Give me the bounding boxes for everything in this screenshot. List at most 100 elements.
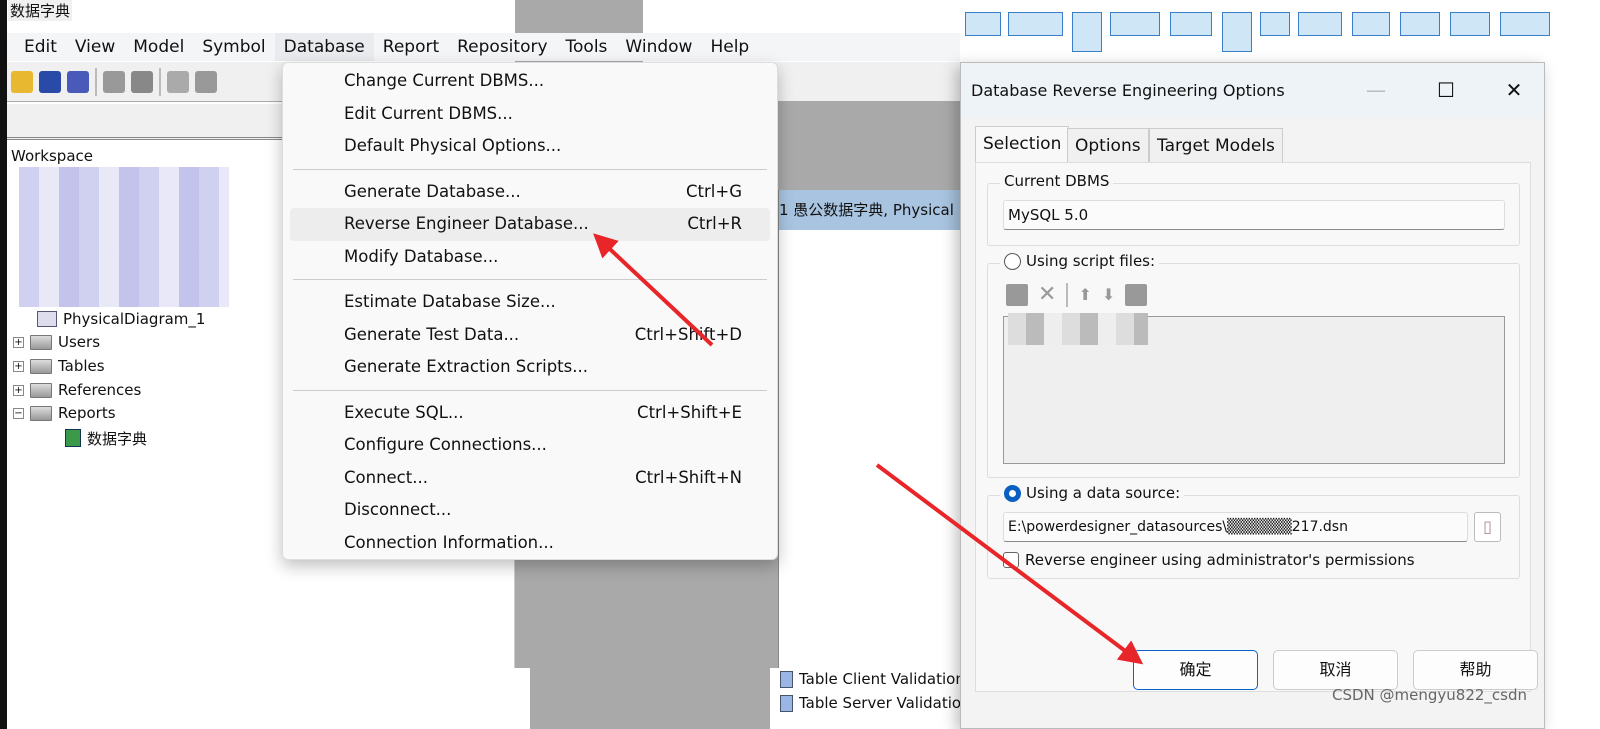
tree-item[interactable]: − Reports <box>13 402 116 424</box>
database-menu-dropdown: Change Current DBMS... Edit Current DBMS.… <box>282 62 778 560</box>
maximize-icon[interactable]: ☐ <box>1423 73 1469 107</box>
move-down-icon[interactable]: ⬇ <box>1102 285 1115 304</box>
menu-item[interactable]: Generate Database... Ctrl+G <box>290 176 770 209</box>
current-dbms-field[interactable]: MySQL 5.0 <box>1003 200 1505 230</box>
cancel-button[interactable]: 取消 <box>1273 650 1398 690</box>
admin-permissions-label: Reverse engineer using administrator's p… <box>1025 551 1415 569</box>
reverse-engineering-dialog: Database Reverse Engineering Options — ☐… <box>960 62 1545 729</box>
help-button[interactable]: 帮助 <box>1413 650 1538 690</box>
save-icon[interactable] <box>39 70 61 93</box>
shortcut: Ctrl+R <box>687 214 742 233</box>
data-source-field[interactable]: E:\powerdesigner_datasources\▒▒▒▒▒▒217.d… <box>1003 512 1468 542</box>
menu-model[interactable]: Model <box>124 33 193 61</box>
watermark: CSDN @mengyu822_csdn <box>1332 686 1528 704</box>
toolbar-separator <box>95 67 97 96</box>
tree-item[interactable]: + References <box>13 379 141 401</box>
tab-panel: Current DBMS MySQL 5.0 Using script file… <box>975 162 1531 692</box>
add-file-icon[interactable] <box>1006 283 1028 306</box>
menu-item[interactable]: Reverse Engineer Database... Ctrl+R <box>290 208 770 241</box>
dialog-titlebar: Database Reverse Engineering Options — ☐… <box>961 63 1544 118</box>
folder-icon <box>30 382 52 398</box>
ok-button[interactable]: 确定 <box>1133 650 1258 690</box>
expand-toggle[interactable]: + <box>13 384 24 396</box>
screen-edge <box>0 0 7 729</box>
menu-item[interactable]: Generate Test Data... Ctrl+Shift+D <box>290 319 770 352</box>
move-up-icon[interactable]: ⬆ <box>1078 285 1091 304</box>
expand-toggle[interactable]: + <box>13 336 24 348</box>
background-diagram <box>960 0 1600 62</box>
copy-icon[interactable] <box>195 70 217 93</box>
menu-separator <box>293 279 767 280</box>
menu-item[interactable]: Connection Information... <box>290 527 770 560</box>
script-files-list[interactable] <box>1003 313 1505 464</box>
menu-item[interactable]: Edit Current DBMS... <box>290 98 770 131</box>
toolbar-separator <box>1066 282 1069 307</box>
tree-item[interactable]: + Users <box>13 331 100 353</box>
menu-item[interactable]: Default Physical Options... <box>290 130 770 163</box>
menu-item[interactable]: Generate Extraction Scripts... <box>290 351 770 384</box>
open-icon[interactable] <box>11 70 33 93</box>
folder-icon <box>30 358 52 374</box>
shortcut: Ctrl+Shift+D <box>634 324 742 344</box>
document-icon <box>780 694 793 712</box>
script-files-radio[interactable] <box>1004 252 1021 270</box>
data-source-group: Using a data source: E:\powerdesigner_da… <box>987 484 1520 579</box>
diagram-window[interactable]: 1 愚公数据字典, Physical Diagram <box>778 190 961 668</box>
script-files-label: Using script files: <box>1026 252 1156 270</box>
background-diagram-right <box>1545 62 1600 729</box>
menu-item[interactable]: Execute SQL... Ctrl+Shift+E <box>290 397 770 430</box>
minimize-icon[interactable]: — <box>1353 73 1399 107</box>
menu-tools[interactable]: Tools <box>557 33 617 61</box>
delete-icon[interactable]: ✕ <box>1038 282 1056 307</box>
workspace-label: Workspace <box>11 147 93 165</box>
admin-permissions-checkbox[interactable] <box>1003 552 1019 568</box>
shortcut: Ctrl+Shift+E <box>637 402 742 422</box>
data-source-radio[interactable] <box>1004 484 1021 502</box>
current-dbms-label: Current DBMS <box>1004 172 1110 190</box>
menu-symbol[interactable]: Symbol <box>193 33 274 61</box>
add-folder-icon[interactable] <box>1125 283 1148 306</box>
menu-item[interactable]: Connect... Ctrl+Shift+N <box>290 462 770 495</box>
blurred-tree-items <box>19 167 229 307</box>
tree-item[interactable]: 数据字典 <box>65 427 147 449</box>
menu-view[interactable]: View <box>66 33 124 61</box>
expand-toggle[interactable]: − <box>13 407 24 419</box>
print-icon[interactable] <box>131 70 153 93</box>
tab-options[interactable]: Options <box>1067 128 1149 162</box>
menu-bar: Edit View Model Symbol Database Report Reposit… <box>7 33 960 61</box>
browse-datasource-button[interactable]: ▯ <box>1474 512 1501 542</box>
folder-icon <box>30 334 52 350</box>
menu-database[interactable]: Database <box>274 33 374 61</box>
print-preview-icon[interactable] <box>103 70 125 93</box>
save-all-icon[interactable] <box>67 70 89 93</box>
toolbar-separator <box>159 67 161 96</box>
script-files-group: Using script files: ✕ ⬆ ⬇ <box>987 252 1520 478</box>
close-icon[interactable]: ✕ <box>1491 73 1537 107</box>
report-icon <box>65 429 81 447</box>
menu-report[interactable]: Report <box>374 33 448 61</box>
tab-target-models[interactable]: Target Models <box>1149 128 1283 162</box>
dialog-title: Database Reverse Engineering Options <box>971 81 1285 100</box>
app-title: 数据字典 <box>8 0 73 21</box>
bottom-tree: Table Client Validation Rule Table Serve… <box>770 668 1008 729</box>
menu-item[interactable]: Modify Database... <box>290 241 770 274</box>
shortcut: Ctrl+Shift+N <box>635 467 742 487</box>
diagram-title: 1 愚公数据字典, Physical Diagram <box>779 190 961 230</box>
menu-item[interactable]: Configure Connections... <box>290 429 770 462</box>
menu-repository[interactable]: Repository <box>448 33 556 61</box>
menu-separator <box>293 389 767 391</box>
folder-icon <box>30 405 52 421</box>
tab-selection[interactable]: Selection <box>975 126 1070 164</box>
menu-help[interactable]: Help <box>701 33 758 61</box>
cut-icon[interactable] <box>167 70 189 93</box>
menu-edit[interactable]: Edit <box>15 33 66 61</box>
document-icon <box>780 670 793 688</box>
menu-item[interactable]: Change Current DBMS... <box>290 65 770 98</box>
menu-window[interactable]: Window <box>616 33 701 61</box>
tree-item[interactable]: + Tables <box>13 355 105 377</box>
expand-toggle[interactable]: + <box>13 360 24 372</box>
diagram-icon <box>37 311 57 327</box>
menu-item[interactable]: Disconnect... <box>290 494 770 527</box>
tree-item[interactable]: PhysicalDiagram_1 <box>37 308 205 330</box>
menu-item[interactable]: Estimate Database Size... <box>290 286 770 319</box>
